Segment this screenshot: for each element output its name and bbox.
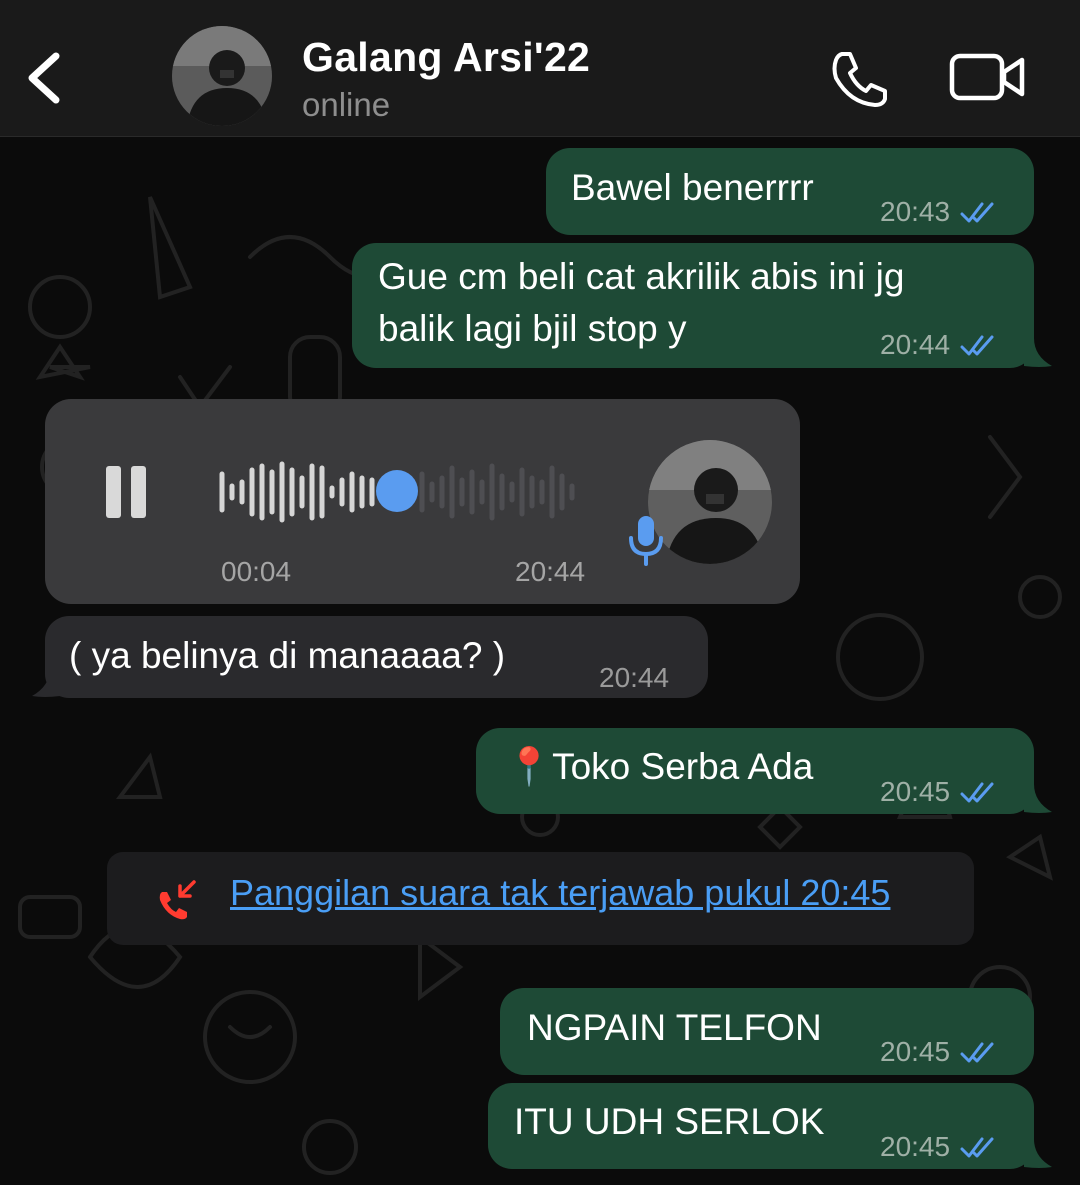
location-name: Toko Serba Ada <box>552 746 814 787</box>
message-meta: 20:45 <box>880 1026 1000 1078</box>
read-ticks-icon <box>960 335 994 356</box>
bubble-tail <box>32 668 60 697</box>
message-bubble-outgoing[interactable]: 📍Toko Serba Ada 20:45 <box>476 728 1034 814</box>
pin-icon: 📍 <box>506 746 553 787</box>
message-meta: 20:45 <box>880 766 1000 818</box>
contact-status: online <box>302 86 391 123</box>
message-time: 20:44 <box>880 329 951 360</box>
pause-icon[interactable] <box>106 466 148 518</box>
message-meta: 20:44 <box>880 319 1000 371</box>
missed-call-link[interactable]: Panggilan suara tak terjawab pukul 20:45 <box>230 872 890 914</box>
read-ticks-icon <box>960 1137 994 1158</box>
message-text: ITU UDH SERLOK <box>514 1101 825 1142</box>
message-time: 20:45 <box>880 1131 951 1162</box>
playback-scrubber[interactable] <box>376 470 418 512</box>
read-ticks-icon <box>960 1042 994 1063</box>
message-bubble-outgoing[interactable]: NGPAIN TELFON 20:45 <box>500 988 1034 1075</box>
bubble-tail <box>1024 1139 1052 1168</box>
avatar-photo <box>172 26 272 126</box>
message-text: ( ya belinya di manaaaa? ) <box>69 635 506 676</box>
video-camera-icon[interactable] <box>948 50 1026 104</box>
message-text-line: Gue cm beli cat akrilik abis ini jg <box>378 256 905 297</box>
message-time: 20:44 <box>599 662 670 693</box>
message-meta: 20:45 <box>880 1121 1000 1173</box>
read-ticks-icon <box>960 202 994 223</box>
bubble-tail <box>1024 784 1052 813</box>
contact-name[interactable]: Galang Arsi'22 <box>302 34 590 81</box>
avatar-photo <box>648 440 772 564</box>
bubble-tail <box>1024 338 1052 367</box>
microphone-icon <box>629 516 663 566</box>
message-time: 20:43 <box>880 196 951 227</box>
chat-header: Galang Arsi'22 online <box>0 0 1080 137</box>
message-bubble-outgoing[interactable]: Gue cm beli cat akrilik abis ini jg bali… <box>352 243 1034 368</box>
message-text: 📍Toko Serba Ada <box>506 741 813 793</box>
sender-avatar <box>648 440 772 564</box>
read-ticks-icon <box>960 782 994 803</box>
message-meta: 20:44 <box>599 652 669 704</box>
contact-avatar[interactable] <box>172 26 272 126</box>
message-text: NGPAIN TELFON <box>527 1007 822 1048</box>
message-meta: 20:43 <box>880 186 1000 238</box>
message-bubble-outgoing[interactable]: ITU UDH SERLOK 20:45 <box>488 1083 1034 1169</box>
message-bubble-incoming[interactable]: ( ya belinya di manaaaa? ) 20:44 <box>45 616 708 698</box>
phone-icon[interactable] <box>828 48 890 108</box>
back-chevron-icon[interactable] <box>22 48 66 108</box>
message-time: 20:45 <box>880 1036 951 1067</box>
voice-duration: 00:04 <box>221 556 292 587</box>
message-time: 20:45 <box>880 776 951 807</box>
message-bubble-outgoing[interactable]: Bawel benerrrr 20:43 <box>546 148 1034 235</box>
message-text: Bawel benerrrr <box>571 167 814 208</box>
missed-call-icon <box>159 880 196 920</box>
message-time: 20:44 <box>515 556 586 587</box>
message-text-line: balik lagi bjil stop y <box>378 308 687 349</box>
